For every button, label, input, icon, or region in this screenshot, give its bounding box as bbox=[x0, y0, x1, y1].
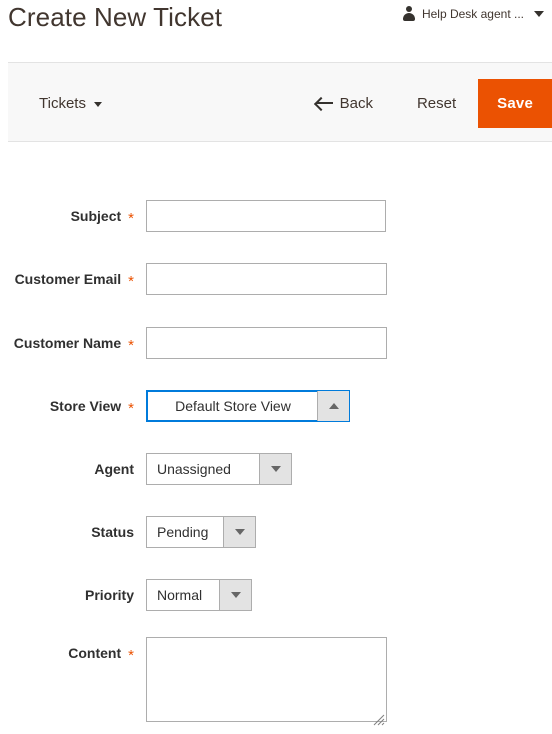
label-text: Agent bbox=[94, 461, 134, 477]
chevron-up-icon bbox=[328, 403, 339, 409]
field-row-store-view: Store View * Default Store View bbox=[0, 390, 552, 422]
chevron-down-icon bbox=[230, 592, 241, 598]
toolbar-actions: Back Reset Save bbox=[315, 77, 552, 129]
field-row-customer-name: Customer Name * bbox=[0, 327, 552, 359]
label-text: Subject bbox=[70, 208, 122, 224]
label-text: Status bbox=[91, 524, 134, 540]
field-control-customer-email bbox=[146, 263, 387, 295]
field-label-agent: Agent bbox=[0, 453, 146, 485]
field-label-priority: Priority bbox=[0, 579, 146, 611]
priority-select-arrow-button[interactable] bbox=[219, 580, 251, 610]
field-row-content: Content * bbox=[0, 637, 552, 726]
field-control-subject bbox=[146, 200, 386, 232]
field-row-subject: Subject * bbox=[0, 200, 552, 232]
required-asterisk: * bbox=[128, 399, 134, 417]
label-text: Customer Email bbox=[14, 271, 122, 287]
chevron-down-icon bbox=[93, 102, 102, 107]
status-select-value: Pending bbox=[157, 524, 209, 540]
save-button[interactable]: Save bbox=[478, 78, 552, 128]
page-actions-toolbar: Tickets Back Reset Save bbox=[8, 62, 552, 142]
label-text: Customer Name bbox=[13, 335, 122, 351]
field-control-content bbox=[146, 637, 387, 727]
field-row-agent: Agent Unassigned bbox=[0, 453, 552, 485]
store-view-select-arrow-button[interactable] bbox=[317, 391, 349, 421]
store-switcher[interactable]: Tickets bbox=[39, 95, 102, 112]
back-button-label: Back bbox=[339, 94, 373, 112]
admin-user-menu[interactable]: Help Desk agent ... bbox=[402, 6, 544, 21]
field-label-subject: Subject * bbox=[0, 200, 146, 232]
priority-select-value: Normal bbox=[157, 587, 203, 603]
arrow-left-icon bbox=[315, 97, 333, 109]
subject-input[interactable] bbox=[146, 200, 386, 232]
agent-select-value: Unassigned bbox=[157, 461, 231, 477]
field-control-store-view: Default Store View bbox=[146, 390, 350, 422]
priority-select[interactable]: Normal bbox=[146, 579, 252, 611]
field-label-customer-name: Customer Name * bbox=[0, 327, 146, 359]
customer-name-input[interactable] bbox=[146, 327, 387, 359]
store-view-select-value: Default Store View bbox=[175, 398, 291, 414]
user-icon bbox=[402, 6, 416, 21]
field-label-content: Content * bbox=[0, 637, 146, 669]
required-asterisk: * bbox=[128, 336, 134, 354]
field-control-status: Pending bbox=[146, 516, 256, 548]
store-view-select[interactable]: Default Store View bbox=[146, 390, 350, 422]
status-select-arrow-button[interactable] bbox=[223, 517, 255, 547]
field-row-status: Status Pending bbox=[0, 516, 552, 548]
content-textarea[interactable] bbox=[146, 637, 387, 722]
required-asterisk: * bbox=[128, 646, 134, 664]
required-asterisk: * bbox=[128, 272, 134, 290]
field-control-customer-name bbox=[146, 327, 387, 359]
label-text: Content bbox=[68, 645, 122, 661]
field-label-status: Status bbox=[0, 516, 146, 548]
store-switcher-label: Tickets bbox=[39, 95, 86, 112]
agent-select-arrow-button[interactable] bbox=[259, 454, 291, 484]
chevron-down-icon bbox=[534, 10, 544, 17]
admin-user-label: Help Desk agent ... bbox=[421, 6, 524, 21]
field-control-priority: Normal bbox=[146, 579, 252, 611]
chevron-down-icon bbox=[270, 466, 281, 472]
page-title: Create New Ticket bbox=[8, 2, 223, 32]
status-select[interactable]: Pending bbox=[146, 516, 256, 548]
label-text: Store View bbox=[49, 398, 122, 414]
field-label-store-view: Store View * bbox=[0, 390, 146, 422]
page-header: Create New Ticket Help Desk agent ... bbox=[0, 0, 552, 62]
field-label-customer-email: Customer Email * bbox=[0, 263, 146, 295]
customer-email-input[interactable] bbox=[146, 263, 387, 295]
chevron-down-icon bbox=[234, 529, 245, 535]
field-control-agent: Unassigned bbox=[146, 453, 292, 485]
label-text: Priority bbox=[84, 587, 134, 603]
field-row-customer-email: Customer Email * bbox=[0, 263, 552, 295]
field-row-priority: Priority Normal bbox=[0, 579, 552, 611]
reset-button[interactable]: Reset bbox=[395, 95, 478, 112]
agent-select[interactable]: Unassigned bbox=[146, 453, 292, 485]
back-button[interactable]: Back bbox=[315, 94, 395, 112]
required-asterisk: * bbox=[128, 209, 134, 227]
